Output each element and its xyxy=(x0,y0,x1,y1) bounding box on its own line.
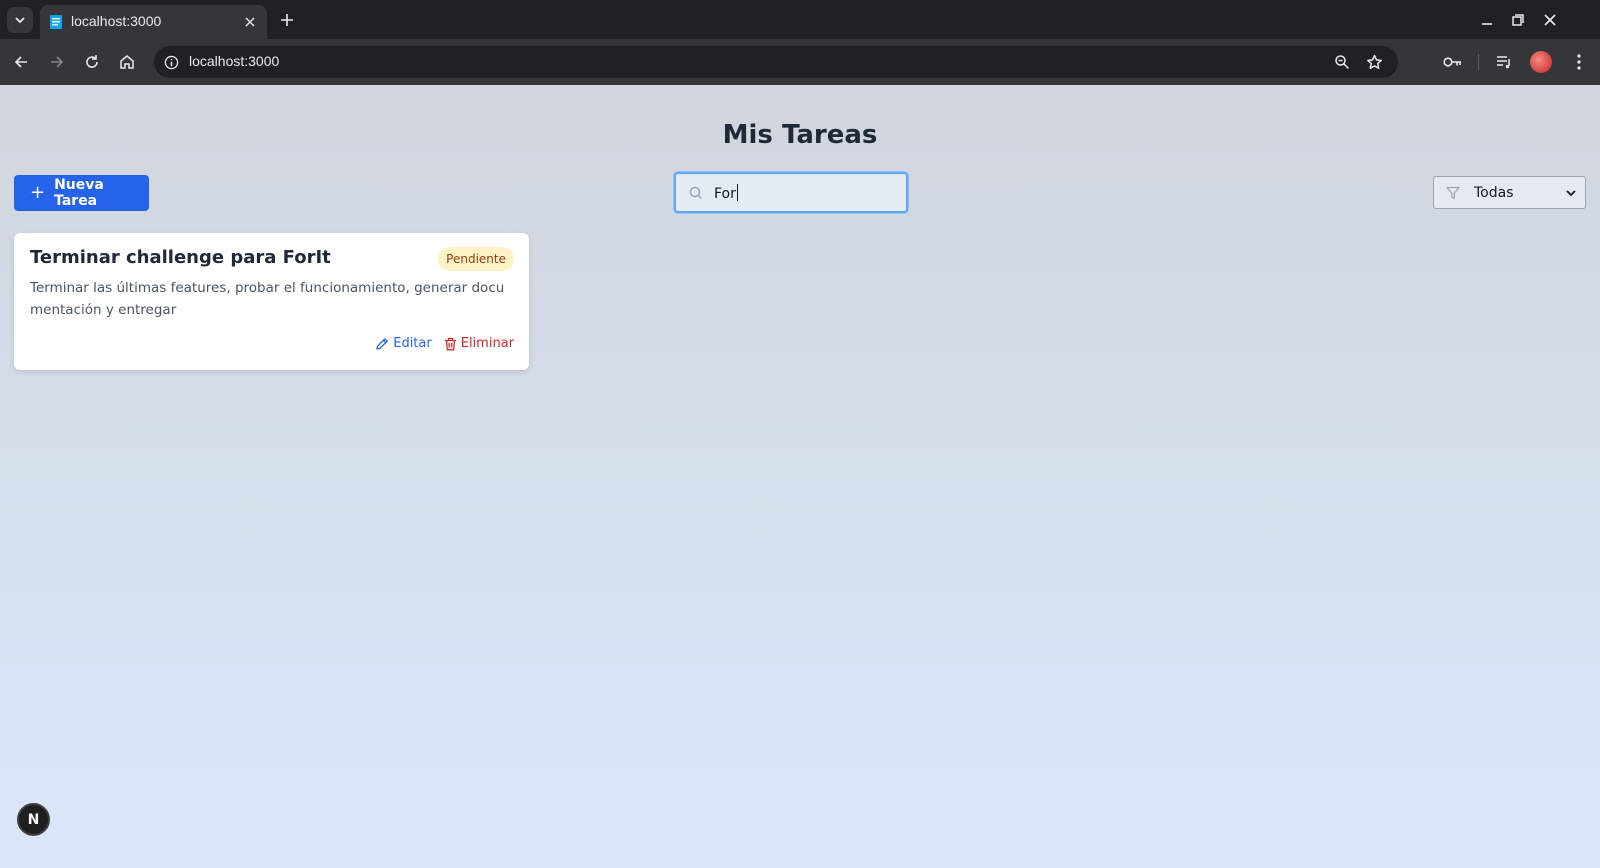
browser-menu-button[interactable] xyxy=(1567,50,1591,74)
tab-title: localhost:3000 xyxy=(71,13,162,29)
edit-label: Editar xyxy=(393,336,432,351)
task-actions: Editar Eliminar xyxy=(375,336,514,351)
browser-tab[interactable]: localhost:3000 xyxy=(40,5,267,39)
task-description: Terminar las últimas features, probar el… xyxy=(30,280,505,318)
home-button[interactable] xyxy=(115,50,139,74)
page-title: Mis Tareas xyxy=(722,120,878,150)
task-card: Terminar challenge para ForIt Pendiente … xyxy=(14,233,529,370)
zoom-button[interactable] xyxy=(1332,52,1352,72)
search-value: For xyxy=(714,184,738,202)
search-input[interactable]: For xyxy=(674,172,908,213)
info-icon xyxy=(164,55,178,69)
edit-task-button[interactable]: Editar xyxy=(375,336,432,351)
plus-icon: + xyxy=(30,182,46,203)
plus-icon xyxy=(281,14,293,26)
new-task-button[interactable]: + Nueva Tarea xyxy=(14,175,149,211)
restore-icon xyxy=(1512,14,1524,26)
media-queue-icon xyxy=(1497,56,1510,69)
tab-close-button[interactable] xyxy=(241,13,259,31)
bookmark-button[interactable] xyxy=(1364,52,1384,72)
delete-label: Eliminar xyxy=(460,336,514,351)
back-icon xyxy=(14,56,27,68)
chevron-down-icon xyxy=(15,17,25,24)
browser-toolbar: localhost:3000 xyxy=(0,39,1600,85)
forward-icon xyxy=(51,56,64,68)
trash-icon xyxy=(444,337,456,350)
favicon-icon xyxy=(50,15,62,29)
task-title: Terminar challenge para ForIt xyxy=(30,247,331,268)
minimize-icon xyxy=(1482,23,1492,25)
filter-selected-value: Todas xyxy=(1474,185,1514,201)
address-bar[interactable]: localhost:3000 xyxy=(154,46,1398,78)
filter-icon xyxy=(1446,186,1460,200)
delete-task-button[interactable]: Eliminar xyxy=(444,336,514,351)
new-task-label: Nueva Tarea xyxy=(54,177,104,209)
profile-avatar[interactable] xyxy=(1530,51,1552,73)
status-filter-select[interactable]: Todas xyxy=(1433,176,1586,209)
pencil-icon xyxy=(376,337,388,350)
reload-icon xyxy=(86,55,98,68)
search-icon xyxy=(689,186,703,200)
browser-tab-bar: localhost:3000 xyxy=(0,0,1600,39)
password-key-icon xyxy=(1443,57,1461,67)
media-queue-button[interactable] xyxy=(1492,50,1516,74)
reload-button[interactable] xyxy=(80,50,104,74)
minimize-button[interactable] xyxy=(1476,9,1498,31)
close-icon xyxy=(1544,14,1556,26)
new-tab-button[interactable] xyxy=(276,9,298,31)
toolbar-divider xyxy=(1478,54,1479,70)
tab-list-button[interactable] xyxy=(7,7,33,33)
menu-icon xyxy=(1577,54,1581,70)
site-info-button[interactable] xyxy=(162,53,180,71)
nextjs-dev-indicator[interactable]: N xyxy=(17,803,50,836)
back-button[interactable] xyxy=(9,50,33,74)
close-window-button[interactable] xyxy=(1539,9,1561,31)
page-content: Mis Tareas + Nueva Tarea For Todas Termi… xyxy=(0,85,1600,868)
restore-button[interactable] xyxy=(1507,9,1529,31)
zoom-icon xyxy=(1335,55,1350,70)
address-url: localhost:3000 xyxy=(189,53,280,69)
forward-button[interactable] xyxy=(45,50,69,74)
close-icon xyxy=(245,17,255,27)
status-badge: Pendiente xyxy=(438,247,514,271)
password-manager-button[interactable] xyxy=(1441,50,1465,74)
home-icon xyxy=(120,55,134,69)
star-icon xyxy=(1366,54,1382,69)
chevron-down-icon xyxy=(1566,190,1576,197)
